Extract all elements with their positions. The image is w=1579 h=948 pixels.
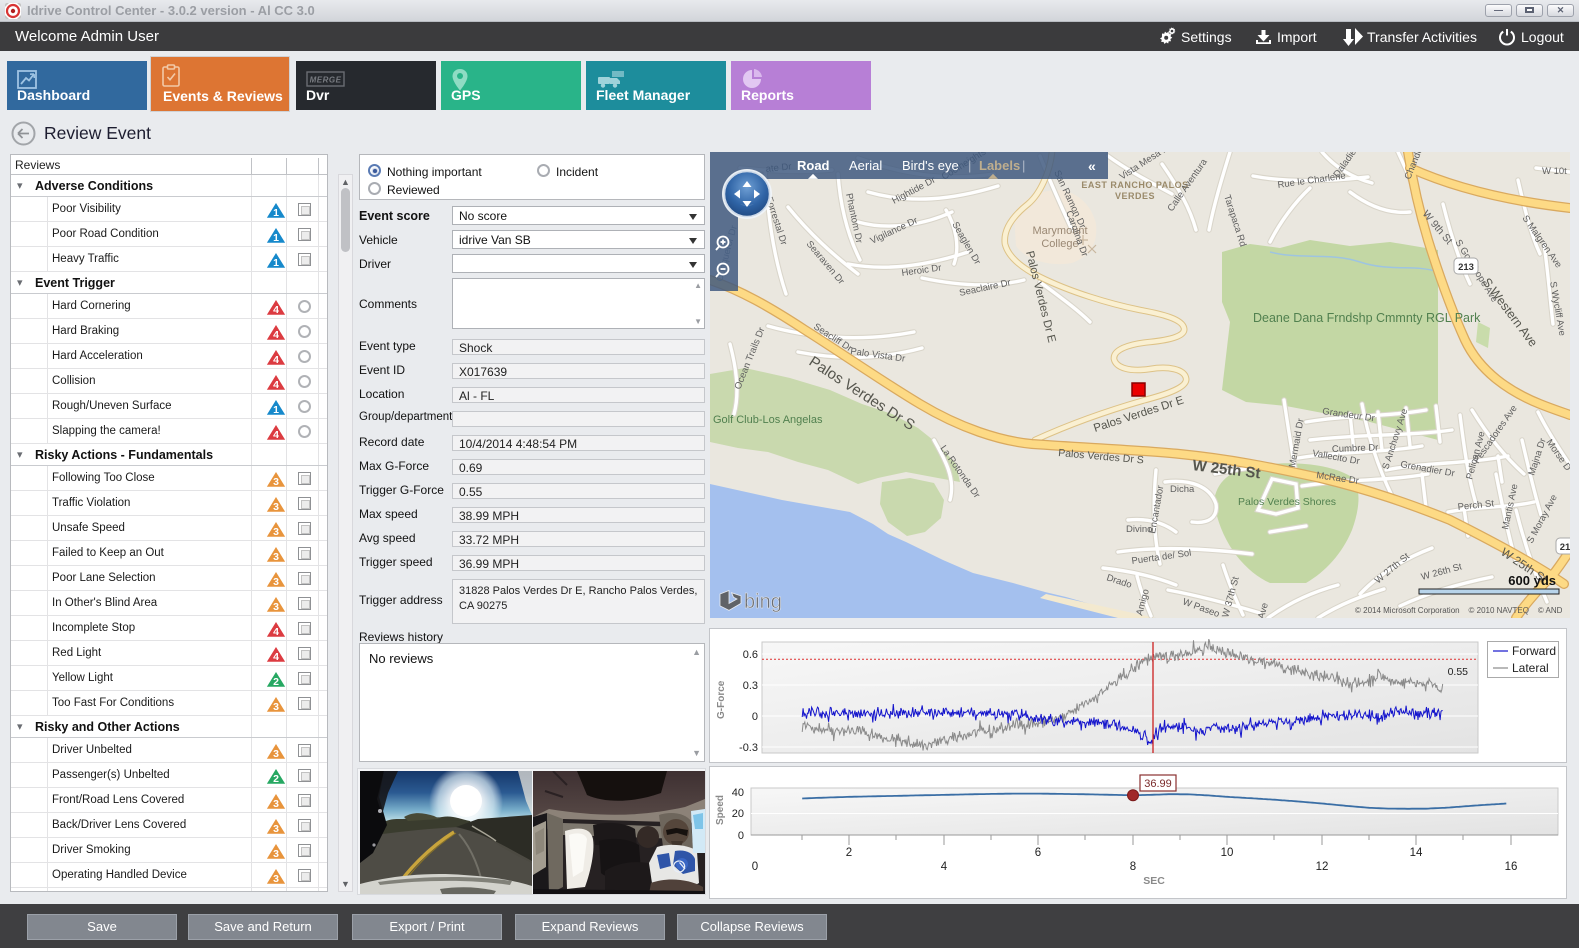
svg-text:600 yds: 600 yds — [1508, 573, 1556, 588]
svg-text:Bird's eye: Bird's eye — [902, 158, 959, 173]
svg-text:G-Force: G-Force — [716, 680, 727, 719]
svg-text:Deane Dana Frndshp Cmmnty RGL: Deane Dana Frndshp Cmmnty RGL Park — [1253, 311, 1481, 325]
svg-text:|: | — [1022, 158, 1025, 173]
svg-text:0.55: 0.55 — [1448, 666, 1469, 678]
svg-text:4: 4 — [273, 429, 279, 441]
svg-text:2: 2 — [846, 847, 852, 859]
svg-text:Golf Club-Los Angelas: Golf Club-Los Angelas — [713, 414, 823, 426]
svg-text:Labels: Labels — [979, 158, 1020, 173]
svg-text:20: 20 — [732, 808, 744, 820]
svg-text:4: 4 — [273, 354, 279, 366]
svg-text:© 2014 Microsoft Corporation: © 2014 Microsoft Corporation © 2010 NAVT… — [1355, 606, 1563, 615]
svg-text:10: 10 — [1221, 847, 1234, 859]
svg-text:EAST RANCHO PALOS: EAST RANCHO PALOS — [1081, 180, 1188, 190]
svg-text:bing: bing — [744, 591, 782, 613]
svg-text:3: 3 — [273, 476, 279, 488]
svg-text:-0.3: -0.3 — [739, 742, 758, 754]
svg-text:2: 2 — [273, 773, 279, 785]
svg-text:4: 4 — [273, 651, 279, 663]
svg-text:21: 21 — [1560, 542, 1570, 553]
svg-text:4: 4 — [273, 329, 279, 341]
svg-text:213: 213 — [1458, 262, 1474, 273]
svg-text:0.3: 0.3 — [743, 680, 758, 692]
svg-text:Road: Road — [797, 158, 830, 173]
svg-text:3: 3 — [273, 576, 279, 588]
svg-text:1: 1 — [273, 404, 279, 416]
svg-text:0.6: 0.6 — [743, 649, 758, 661]
svg-text:1: 1 — [273, 232, 279, 244]
svg-text:3: 3 — [273, 701, 279, 713]
svg-text:0: 0 — [752, 861, 758, 873]
svg-text:1: 1 — [273, 207, 279, 219]
svg-text:3: 3 — [273, 526, 279, 538]
svg-text:36.99: 36.99 — [1144, 778, 1172, 790]
svg-text:SEC: SEC — [1143, 875, 1165, 887]
svg-text:«: « — [1088, 158, 1096, 174]
svg-text:4: 4 — [273, 304, 279, 316]
svg-text:3: 3 — [273, 501, 279, 513]
svg-text:2: 2 — [273, 676, 279, 688]
svg-text:3: 3 — [273, 848, 279, 860]
svg-text:12: 12 — [1316, 861, 1329, 873]
svg-text:3: 3 — [273, 601, 279, 613]
svg-text:3: 3 — [273, 551, 279, 563]
svg-text:40: 40 — [732, 787, 744, 799]
svg-text:6: 6 — [1035, 847, 1041, 859]
svg-text:Dicha: Dicha — [1170, 484, 1195, 495]
svg-text:Speed: Speed — [715, 795, 726, 825]
svg-text:Aerial: Aerial — [849, 158, 882, 173]
svg-text:1: 1 — [273, 257, 279, 269]
svg-text:W 10t: W 10t — [1542, 166, 1567, 177]
svg-text:0: 0 — [752, 711, 758, 723]
svg-text:3: 3 — [273, 823, 279, 835]
svg-text:16: 16 — [1505, 861, 1518, 873]
svg-text:Palos Verdes Shores: Palos Verdes Shores — [1238, 496, 1336, 508]
svg-text:0: 0 — [738, 830, 744, 842]
svg-text:4: 4 — [941, 861, 948, 873]
svg-text:3: 3 — [273, 873, 279, 885]
svg-text:4: 4 — [273, 626, 279, 638]
svg-text:3: 3 — [273, 748, 279, 760]
svg-text:VERDES: VERDES — [1115, 191, 1155, 201]
svg-text:4: 4 — [273, 379, 279, 391]
svg-text:3: 3 — [273, 798, 279, 810]
svg-text:|: | — [968, 158, 971, 173]
svg-text:8: 8 — [1130, 861, 1136, 873]
svg-text:14: 14 — [1410, 847, 1423, 859]
